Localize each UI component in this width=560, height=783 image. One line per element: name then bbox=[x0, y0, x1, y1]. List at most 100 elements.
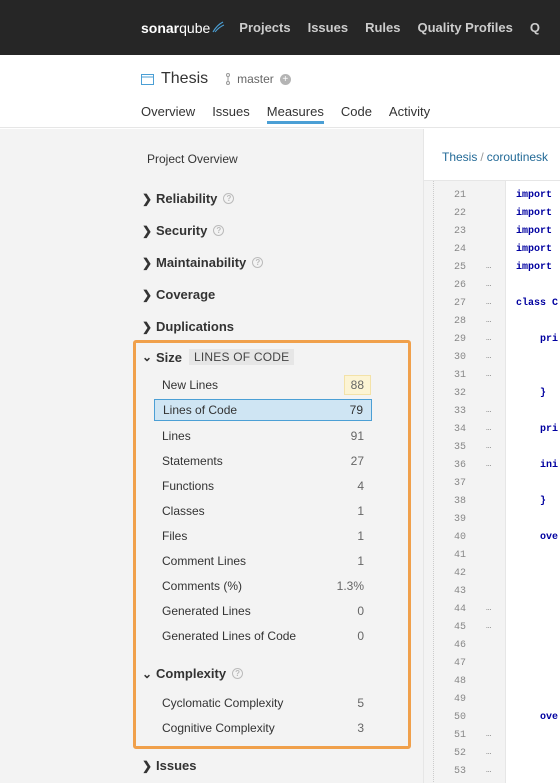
line-number[interactable]: 24 bbox=[454, 244, 466, 255]
code-line[interactable]: 46 bbox=[424, 637, 560, 655]
line-number[interactable]: 53 bbox=[454, 766, 466, 777]
breadcrumb-path[interactable]: coroutinesk bbox=[487, 150, 548, 164]
code-line[interactable]: 34 … pri bbox=[424, 421, 560, 439]
code-line[interactable]: 32 } bbox=[424, 385, 560, 403]
category-reliability[interactable]: ❯ Reliability ? bbox=[142, 191, 235, 206]
line-number[interactable]: 28 bbox=[454, 316, 466, 327]
code-line[interactable]: 44… bbox=[424, 601, 560, 619]
line-number[interactable]: 29 bbox=[454, 334, 466, 345]
line-number[interactable]: 42 bbox=[454, 568, 466, 579]
nav-projects[interactable]: Projects bbox=[239, 20, 290, 35]
code-line[interactable]: 30… bbox=[424, 349, 560, 367]
metric-lines-of-code[interactable]: Lines of Code 79 bbox=[154, 399, 372, 421]
nav-rules[interactable]: Rules bbox=[365, 20, 400, 35]
line-number[interactable]: 22 bbox=[454, 208, 466, 219]
line-number[interactable]: 32 bbox=[454, 388, 466, 399]
category-coverage[interactable]: ❯ Coverage bbox=[142, 287, 215, 302]
metric-cognitive-complexity[interactable]: Cognitive Complexity 3 bbox=[154, 717, 372, 739]
metric-functions[interactable]: Functions 4 bbox=[154, 475, 372, 497]
metric-classes[interactable]: Classes 1 bbox=[154, 500, 372, 522]
line-number[interactable]: 37 bbox=[454, 478, 466, 489]
category-maintainability[interactable]: ❯ Maintainability ? bbox=[142, 255, 264, 270]
line-number[interactable]: 30 bbox=[454, 352, 466, 363]
code-line[interactable]: 25 … import bbox=[424, 259, 560, 277]
tab-measures[interactable]: Measures bbox=[266, 104, 324, 124]
help-icon[interactable]: ? bbox=[252, 257, 264, 268]
breadcrumb-root[interactable]: Thesis bbox=[442, 150, 477, 164]
code-line[interactable]: 33… bbox=[424, 403, 560, 421]
code-line[interactable]: 27 … class C bbox=[424, 295, 560, 313]
code-line[interactable]: 42 bbox=[424, 565, 560, 583]
line-number[interactable]: 40 bbox=[454, 532, 466, 543]
line-number[interactable]: 31 bbox=[454, 370, 466, 381]
code-line[interactable]: 50 ove bbox=[424, 709, 560, 727]
metric-statements[interactable]: Statements 27 bbox=[154, 450, 372, 472]
code-line[interactable]: 24 import bbox=[424, 241, 560, 259]
line-number[interactable]: 38 bbox=[454, 496, 466, 507]
help-icon[interactable]: ? bbox=[213, 225, 225, 236]
help-icon[interactable]: ? bbox=[223, 193, 235, 204]
category-issues[interactable]: ❯ Issues bbox=[142, 758, 196, 773]
project-name[interactable]: Thesis bbox=[161, 70, 208, 88]
code-line[interactable]: 41 bbox=[424, 547, 560, 565]
line-number[interactable]: 21 bbox=[454, 190, 466, 201]
code-line[interactable]: 45… bbox=[424, 619, 560, 637]
help-icon[interactable]: ? bbox=[232, 668, 244, 679]
code-line[interactable]: 38 } bbox=[424, 493, 560, 511]
plus-icon[interactable]: + bbox=[279, 73, 291, 85]
line-number[interactable]: 34 bbox=[454, 424, 466, 435]
line-number[interactable]: 51 bbox=[454, 730, 466, 741]
code-line[interactable]: 28… bbox=[424, 313, 560, 331]
nav-issues[interactable]: Issues bbox=[308, 20, 348, 35]
tab-overview[interactable]: Overview bbox=[141, 104, 195, 124]
category-security[interactable]: ❯ Security ? bbox=[142, 223, 225, 238]
code-line[interactable]: 36 … ini bbox=[424, 457, 560, 475]
line-number[interactable]: 41 bbox=[454, 550, 466, 561]
code-line[interactable]: 26… bbox=[424, 277, 560, 295]
category-size[interactable]: ⌄ Size LINES OF CODE bbox=[142, 349, 295, 365]
tab-code[interactable]: Code bbox=[341, 104, 372, 124]
metric-new-lines[interactable]: New Lines 88 bbox=[154, 374, 372, 396]
line-number[interactable]: 45 bbox=[454, 622, 466, 633]
code-line[interactable]: 47 bbox=[424, 655, 560, 673]
metric-generated-lines-of-code[interactable]: Generated Lines of Code 0 bbox=[154, 625, 372, 647]
line-number[interactable]: 44 bbox=[454, 604, 466, 615]
code-line[interactable]: 49 bbox=[424, 691, 560, 709]
line-number[interactable]: 27 bbox=[454, 298, 466, 309]
category-duplications[interactable]: ❯ Duplications bbox=[142, 319, 234, 334]
code-line[interactable]: 53… bbox=[424, 763, 560, 781]
code-line[interactable]: 35… bbox=[424, 439, 560, 457]
metric-generated-lines[interactable]: Generated Lines 0 bbox=[154, 600, 372, 622]
line-number[interactable]: 52 bbox=[454, 748, 466, 759]
code-line[interactable]: 37 bbox=[424, 475, 560, 493]
line-number[interactable]: 23 bbox=[454, 226, 466, 237]
line-number[interactable]: 33 bbox=[454, 406, 466, 417]
nav-quality-gates[interactable]: Q bbox=[530, 20, 540, 35]
nav-quality-profiles[interactable]: Quality Profiles bbox=[417, 20, 512, 35]
tab-activity[interactable]: Activity bbox=[389, 104, 430, 124]
metric-cyclomatic-complexity[interactable]: Cyclomatic Complexity 5 bbox=[154, 692, 372, 714]
branch-selector[interactable]: master + bbox=[224, 72, 291, 86]
metric-files[interactable]: Files 1 bbox=[154, 525, 372, 547]
category-complexity[interactable]: ⌄ Complexity ? bbox=[142, 666, 244, 681]
line-number[interactable]: 46 bbox=[454, 640, 466, 651]
code-line[interactable]: 43 bbox=[424, 583, 560, 601]
code-line[interactable]: 21 import bbox=[424, 187, 560, 205]
code-line[interactable]: 29 … pri bbox=[424, 331, 560, 349]
sonarqube-logo[interactable]: sonar qube bbox=[141, 20, 225, 36]
line-number[interactable]: 49 bbox=[454, 694, 466, 705]
line-number[interactable]: 47 bbox=[454, 658, 466, 669]
code-line[interactable]: 51… bbox=[424, 727, 560, 745]
project-overview-link[interactable]: Project Overview bbox=[147, 152, 238, 166]
code-line[interactable]: 22 import bbox=[424, 205, 560, 223]
line-number[interactable]: 25 bbox=[454, 262, 466, 273]
line-number[interactable]: 26 bbox=[454, 280, 466, 291]
line-number[interactable]: 43 bbox=[454, 586, 466, 597]
tab-issues[interactable]: Issues bbox=[212, 104, 250, 124]
line-number[interactable]: 35 bbox=[454, 442, 466, 453]
code-line[interactable]: 23 import bbox=[424, 223, 560, 241]
code-line[interactable]: 52… bbox=[424, 745, 560, 763]
line-number[interactable]: 36 bbox=[454, 460, 466, 471]
code-line[interactable]: 40 ove bbox=[424, 529, 560, 547]
metric-comment-lines[interactable]: Comment Lines 1 bbox=[154, 550, 372, 572]
